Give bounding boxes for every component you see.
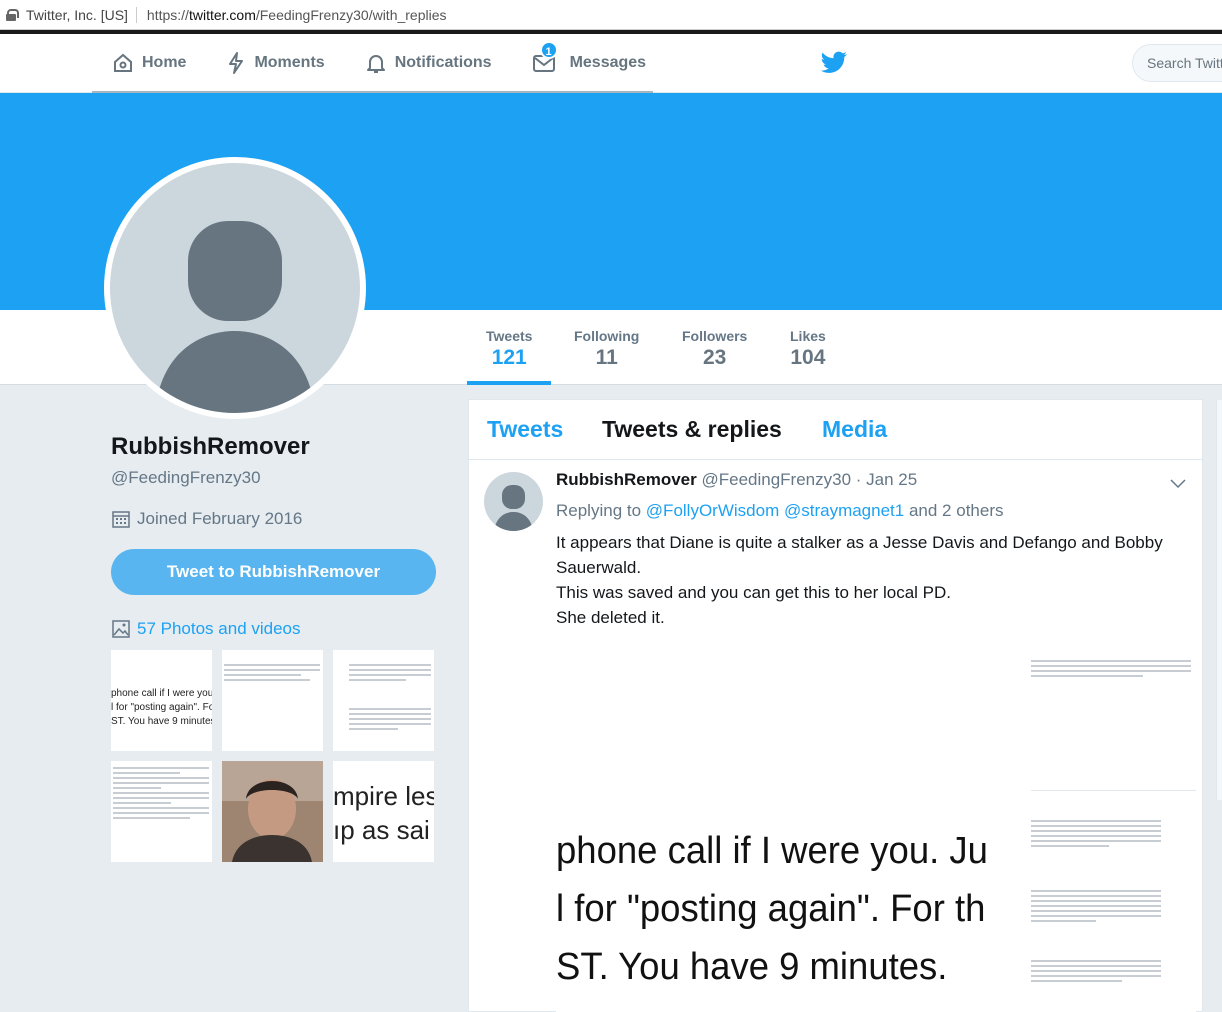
thumb-text-lines <box>349 708 431 733</box>
image-text-line: ST. You have 9 minutes. <box>556 946 948 988</box>
thumbnail-1[interactable]: phone call if I were you. Ju l for "post… <box>111 650 212 751</box>
photos-link-label: 57 Photos and videos <box>137 619 301 638</box>
stat-label: Tweets <box>486 328 533 344</box>
image-text-lines <box>1031 890 1161 925</box>
nav-moments[interactable]: Moments <box>226 34 325 91</box>
tweet-to-user-button[interactable]: Tweet to RubbishRemover <box>111 549 436 595</box>
photo-icon <box>112 620 130 638</box>
nav-notifications[interactable]: Notifications <box>365 34 492 91</box>
calendar-icon <box>112 511 130 528</box>
reply-user-link[interactable]: @straymagnet1 <box>784 501 904 520</box>
nav-notifications-label: Notifications <box>394 53 492 71</box>
tweet-author-avatar[interactable] <box>484 472 543 531</box>
tweet-line: This was saved and you can get this to h… <box>556 583 951 602</box>
thumb-text: mpire les <box>333 781 434 811</box>
nav-moments-label: Moments <box>254 53 325 71</box>
timeline-tabs: Tweets Tweets & replies Media <box>469 400 1204 460</box>
tab-tweets[interactable]: Tweets <box>487 416 563 443</box>
stat-value: 121 <box>491 346 527 369</box>
profile-joined: Joined February 2016 <box>111 509 302 529</box>
thumbnail-6[interactable]: mpire les ıp as sai <box>333 761 434 862</box>
stat-label: Likes <box>790 328 826 344</box>
joined-date: Joined February 2016 <box>137 509 303 528</box>
stat-label: Following <box>574 328 640 344</box>
search-input[interactable]: Search Twitter <box>1132 44 1222 82</box>
image-panel <box>1031 800 1161 1012</box>
profile-avatar[interactable] <box>104 157 366 419</box>
lightning-icon <box>229 51 244 74</box>
tab-media[interactable]: Media <box>822 416 887 443</box>
replying-prefix: Replying to <box>556 501 642 520</box>
home-icon <box>114 53 132 72</box>
tweet-author-name[interactable]: RubbishRemover <box>556 470 697 489</box>
tweet-line: It appears that Diane is quite a stalker… <box>556 533 1163 577</box>
stat-likes[interactable]: Likes 104 <box>790 328 826 370</box>
default-avatar-icon <box>110 163 360 413</box>
thumbnail-4[interactable] <box>111 761 212 862</box>
image-text-lines <box>1031 660 1191 680</box>
chevron-down-icon[interactable] <box>1169 478 1187 490</box>
image-text-lines <box>1031 960 1161 985</box>
nav-items: Home Moments Notifications 1 Messages <box>92 34 653 93</box>
url-prefix: https:// <box>146 6 189 23</box>
url-host: twitter.com <box>188 6 256 23</box>
tab-tweets-and-replies[interactable]: Tweets & replies <box>602 416 782 443</box>
site-identity[interactable]: Twitter, Inc. [US] <box>26 6 137 23</box>
stat-value: 104 <box>790 346 826 369</box>
photos-videos-link[interactable]: 57 Photos and videos <box>111 619 301 639</box>
top-nav: Home Moments Notifications 1 Messages Se… <box>0 34 1222 93</box>
nav-home-label: Home <box>142 53 187 71</box>
person-photo-icon <box>222 761 323 862</box>
profile-handle: @FeedingFrenzy30 <box>111 468 261 487</box>
thumbnail-2[interactable] <box>222 650 323 751</box>
thumb-text-lines <box>349 664 431 684</box>
reply-user-link[interactable]: @FollyOrWisdom <box>646 501 779 520</box>
thumbnail-3[interactable] <box>333 650 434 751</box>
thumb-text: l for "posting again". For th <box>111 702 212 713</box>
browser-address-bar[interactable]: Twitter, Inc. [US] https://twitter.com/F… <box>0 0 1222 30</box>
stat-following[interactable]: Following 11 <box>574 328 639 370</box>
nav-home[interactable]: Home <box>112 34 186 91</box>
right-sidebar-edge <box>1216 400 1222 800</box>
replying-to: Replying to @FollyOrWisdom @straymagnet1… <box>556 501 1003 521</box>
messages-badge: 1 <box>539 40 558 59</box>
tweet-header: RubbishRemover @FeedingFrenzy30 · Jan 25 <box>556 470 917 490</box>
default-avatar-icon <box>494 485 533 531</box>
stat-tweets[interactable]: Tweets 121 <box>466 328 553 385</box>
image-text-lines <box>1031 820 1161 850</box>
bell-icon <box>366 54 385 73</box>
thumbnail-5-person-photo[interactable] <box>222 761 323 862</box>
image-side-panels <box>1031 640 1196 1012</box>
stat-value: 23 <box>703 346 727 369</box>
stat-label: Followers <box>682 328 748 344</box>
thumb-text: ST. You have 9 minutes. <box>111 716 212 727</box>
nav-messages[interactable]: 1 Messages <box>532 34 647 91</box>
image-text-line: phone call if I were you. Ju <box>556 830 988 872</box>
tweet-media-image[interactable]: phone call if I were you. Ju l for "post… <box>556 640 1196 1012</box>
url-path: /FeedingFrenzy30/with_replies <box>255 6 447 23</box>
image-text-line: l for "posting again". For th <box>556 888 986 930</box>
thumb-text: ıp as sai <box>333 815 430 845</box>
twitter-bird-icon[interactable] <box>820 51 848 75</box>
nav-messages-label: Messages <box>569 53 647 71</box>
thumb-text-lines <box>113 767 209 822</box>
messages-icon-wrap: 1 <box>532 40 564 73</box>
timeline: Tweets Tweets & replies Media RubbishRem… <box>468 399 1204 1012</box>
thumb-text: phone call if I were you. Ju <box>111 688 212 699</box>
image-divider <box>1031 790 1196 791</box>
lock-icon <box>6 8 19 21</box>
stat-followers[interactable]: Followers 23 <box>682 328 747 370</box>
url-field[interactable]: https://twitter.com/FeedingFrenzy30/with… <box>147 7 447 23</box>
tweet-line: She deleted it. <box>556 608 665 627</box>
image-panel <box>1031 640 1196 790</box>
reply-others[interactable]: and 2 others <box>909 501 1004 520</box>
media-thumbnails: phone call if I were you. Ju l for "post… <box>111 650 434 862</box>
tweet-text: It appears that Diane is quite a stalker… <box>556 530 1196 630</box>
thumb-text-lines <box>224 664 320 684</box>
stat-value: 11 <box>595 346 618 369</box>
tweet-handle-date[interactable]: @FeedingFrenzy30 · Jan 25 <box>701 470 917 489</box>
profile-name: RubbishRemover <box>111 433 310 460</box>
